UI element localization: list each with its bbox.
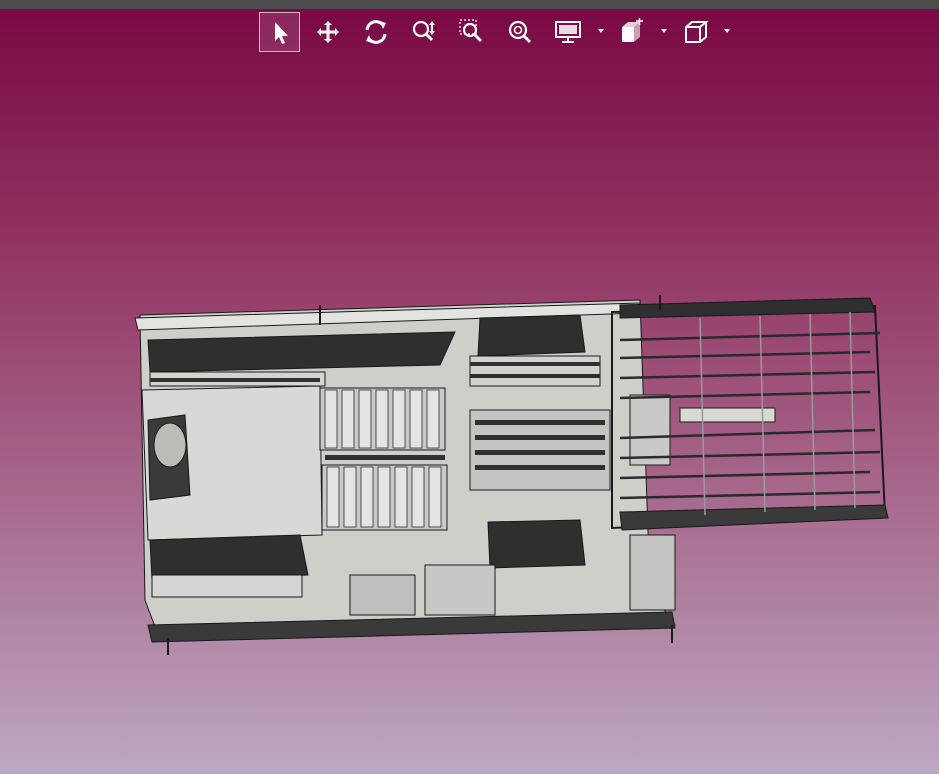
cad-model[interactable] <box>0 0 939 774</box>
3d-viewport[interactable] <box>0 0 939 774</box>
